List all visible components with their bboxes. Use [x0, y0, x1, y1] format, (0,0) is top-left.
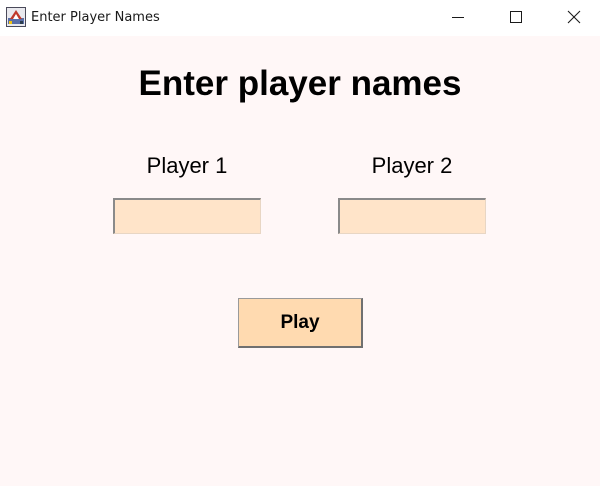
maximize-button[interactable]	[487, 0, 545, 36]
player-1-name-input[interactable]	[113, 198, 261, 234]
page-title: Enter player names	[138, 64, 462, 103]
window-titlebar[interactable]: Enter Player Names	[0, 0, 600, 36]
maximize-icon	[510, 11, 522, 23]
close-icon	[567, 10, 581, 24]
java-app-icon[interactable]	[6, 7, 26, 27]
player-2-label: Player 2	[371, 153, 453, 178]
player-2-name-input[interactable]	[338, 198, 486, 234]
minimize-icon	[452, 17, 464, 18]
close-button[interactable]	[545, 0, 600, 36]
player-1-label: Player 1	[146, 153, 228, 178]
player-names-form: Enter player names Player 1 Player 2 Pla…	[0, 36, 600, 486]
play-button[interactable]: Play	[238, 298, 363, 348]
minimize-button[interactable]	[429, 0, 487, 36]
window-title: Enter Player Names	[31, 10, 160, 25]
